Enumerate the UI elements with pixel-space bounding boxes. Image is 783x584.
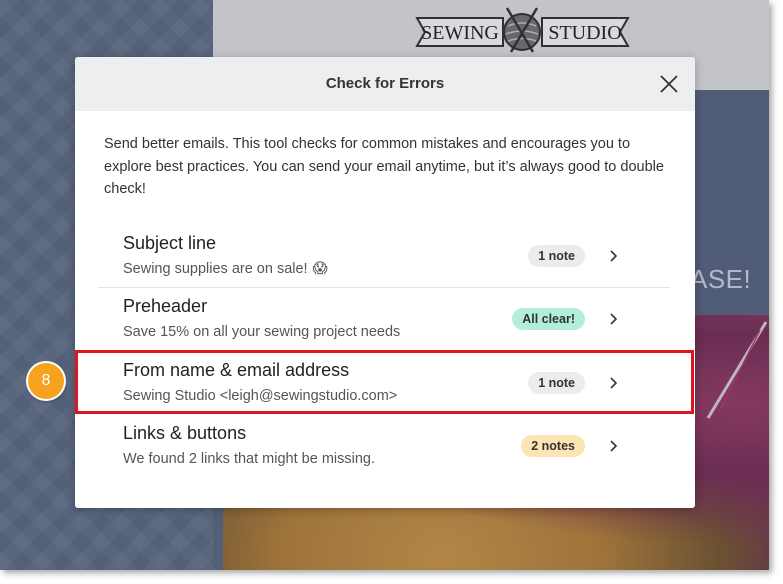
screaming-emoji-icon: 😱 — [312, 261, 328, 277]
note-count-badge: 1 note — [528, 245, 585, 267]
highlight-box — [75, 350, 694, 414]
chevron-right-icon — [610, 250, 618, 262]
check-item-subtitle: Save 15% on all your sewing project need… — [123, 324, 401, 340]
check-for-errors-dialog: Check for Errors Send better emails. Thi… — [75, 57, 695, 508]
all-clear-badge: All clear! — [512, 308, 585, 330]
dialog-title: Check for Errors — [325, 75, 445, 92]
close-icon[interactable] — [657, 72, 681, 96]
check-item-subtitle: We found 2 links that might be missing. — [123, 451, 375, 467]
chevron-right-icon — [610, 440, 618, 452]
chevron-right-icon — [610, 313, 618, 325]
check-item-title: Subject line — [123, 233, 217, 253]
subject-line-text: Sewing supplies are on sale! — [123, 261, 308, 277]
note-count-badge: 2 notes — [521, 435, 585, 457]
check-item-subtitle: Sewing supplies are on sale! 😱 — [123, 261, 328, 277]
step-number-marker: 8 — [28, 363, 64, 399]
check-item-preheader[interactable]: Preheader Save 15% on all your sewing pr… — [98, 288, 670, 350]
check-item-subject-line[interactable]: Subject line Sewing supplies are on sale… — [98, 225, 670, 287]
dialog-header: Check for Errors — [75, 57, 695, 111]
check-item-links-buttons[interactable]: Links & buttons We found 2 links that mi… — [98, 415, 670, 477]
dialog-intro-text: Send better emails. This tool checks for… — [104, 136, 664, 197]
check-item-title: Links & buttons — [123, 423, 247, 443]
check-item-title: Preheader — [123, 296, 208, 316]
